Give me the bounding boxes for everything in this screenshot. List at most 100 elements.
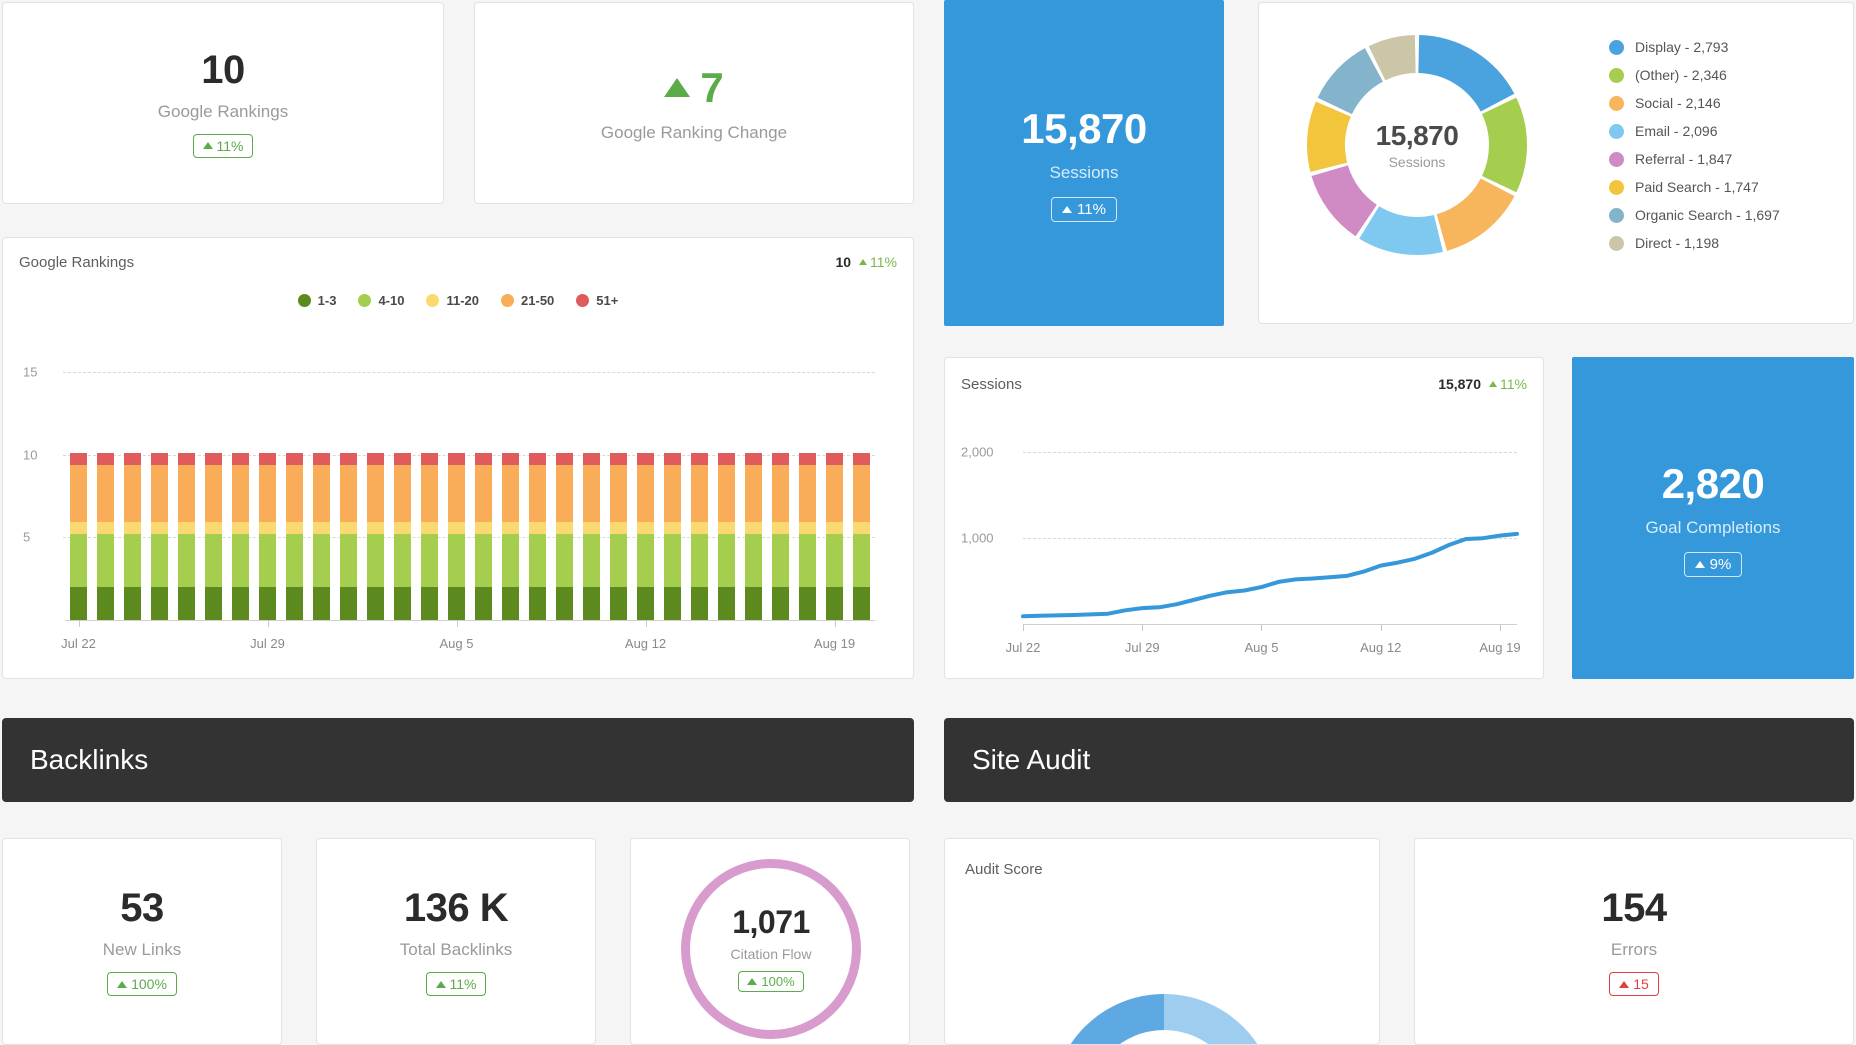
tile-sessions[interactable]: 15,870 Sessions 11% (944, 0, 1224, 326)
legend-label: 4-10 (378, 293, 404, 308)
legend-item[interactable]: Display - 2,793 (1609, 39, 1780, 55)
kpi-card-errors[interactable]: 154 Errors 15 (1414, 838, 1854, 1045)
bar-column[interactable] (394, 453, 411, 620)
bar-column[interactable] (313, 453, 330, 620)
bar-column[interactable] (178, 453, 195, 620)
legend-item[interactable]: Social - 2,146 (1609, 95, 1780, 111)
gauge-slice[interactable] (1052, 994, 1164, 1045)
bar-segment (259, 587, 276, 620)
panel-title: Sessions (961, 376, 1022, 393)
panel-audit-score[interactable]: Audit Score (944, 838, 1380, 1045)
kpi-label: Google Rankings (158, 102, 288, 122)
kpi-card-google-ranking-change[interactable]: 7 Google Ranking Change (474, 2, 914, 204)
x-axis-tick-mark (646, 620, 647, 627)
bar-column[interactable] (340, 453, 357, 620)
status-badge: 11% (193, 134, 254, 158)
kpi-card-google-rankings[interactable]: 10 Google Rankings 11% (2, 2, 444, 204)
kpi-value: 53 (120, 887, 164, 929)
bar-segment (610, 587, 627, 620)
bar-column[interactable] (583, 453, 600, 620)
bar-segment (853, 453, 870, 465)
legend-item[interactable]: Referral - 1,847 (1609, 151, 1780, 167)
legend-color-dot (1609, 152, 1624, 167)
legend-item[interactable]: Paid Search - 1,747 (1609, 179, 1780, 195)
legend-item[interactable]: Organic Search - 1,697 (1609, 207, 1780, 223)
gauge-slice[interactable] (1164, 994, 1276, 1045)
bar-segment (853, 534, 870, 587)
line-chart-area: 1,0002,000Jul 22Jul 29Aug 5Aug 12Aug 19 (945, 404, 1545, 680)
legend-color-dot (358, 294, 371, 307)
bar-column[interactable] (205, 453, 222, 620)
arrow-up-icon (747, 978, 757, 985)
bar-segment (745, 587, 762, 620)
kpi-card-new-links[interactable]: 53 New Links 100% (2, 838, 282, 1045)
legend-item[interactable]: 51+ (576, 293, 618, 308)
panel-sessions-line-chart[interactable]: Sessions 15,870 11% 1,0002,000Jul 22Jul … (944, 357, 1544, 679)
bar-segment (664, 453, 681, 465)
bar-segment (97, 453, 114, 465)
bar-column[interactable] (529, 453, 546, 620)
tile-goal-completions[interactable]: 2,820 Goal Completions 9% (1572, 357, 1854, 679)
bar-column[interactable] (151, 453, 168, 620)
bar-segment (421, 587, 438, 620)
bar-segment (421, 453, 438, 465)
bar-column[interactable] (286, 453, 303, 620)
bar-column[interactable] (259, 453, 276, 620)
bar-column[interactable] (826, 453, 843, 620)
bar-segment (367, 587, 384, 620)
bar-column[interactable] (124, 453, 141, 620)
bar-column[interactable] (772, 453, 789, 620)
bar-segment (691, 465, 708, 523)
bar-segment (259, 453, 276, 465)
kpi-card-citation-flow[interactable]: 1,071 Citation Flow 100% (630, 838, 910, 1045)
bar-segment (178, 465, 195, 523)
bar-column[interactable] (448, 453, 465, 620)
status-badge: 100% (738, 971, 803, 992)
bar-column[interactable] (475, 453, 492, 620)
x-axis-tick-mark (835, 620, 836, 627)
bar-segment (313, 453, 330, 465)
bar-column[interactable] (421, 453, 438, 620)
bar-segment (718, 587, 735, 620)
status-badge: 9% (1684, 552, 1743, 577)
arrow-up-icon (203, 142, 213, 149)
panel-header: Google Rankings 10 11% (3, 238, 913, 271)
x-axis-tick-mark (1261, 624, 1262, 631)
bar-column[interactable] (610, 453, 627, 620)
bar-column[interactable] (97, 453, 114, 620)
bar-column[interactable] (718, 453, 735, 620)
legend-item[interactable]: 11-20 (426, 293, 479, 308)
kpi-card-total-backlinks[interactable]: 136 K Total Backlinks 11% (316, 838, 596, 1045)
bar-column[interactable] (502, 453, 519, 620)
legend-color-dot (298, 294, 311, 307)
bar-column[interactable] (745, 453, 762, 620)
section-title: Site Audit (972, 744, 1090, 776)
legend-item[interactable]: 21-50 (501, 293, 554, 308)
bar-segment (313, 465, 330, 523)
bar-segment (367, 522, 384, 534)
bar-column[interactable] (367, 453, 384, 620)
legend-item[interactable]: 1-3 (298, 293, 337, 308)
bar-column[interactable] (556, 453, 573, 620)
bar-segment (637, 453, 654, 465)
bar-column[interactable] (70, 453, 87, 620)
bar-segment (70, 465, 87, 523)
bar-column[interactable] (853, 453, 870, 620)
legend-item[interactable]: 4-10 (358, 293, 404, 308)
legend-item[interactable]: Direct - 1,198 (1609, 235, 1780, 251)
panel-sessions-donut[interactable]: 15,870 Sessions Display - 2,793(Other) -… (1258, 2, 1854, 324)
arrow-up-icon (1619, 981, 1629, 988)
bar-column[interactable] (664, 453, 681, 620)
bar-segment (772, 522, 789, 534)
bar-segment (151, 522, 168, 534)
panel-summary: 10 11% (835, 254, 897, 270)
bar-segment (772, 587, 789, 620)
bar-column[interactable] (691, 453, 708, 620)
panel-delta-value: 11% (1500, 376, 1527, 392)
legend-item[interactable]: Email - 2,096 (1609, 123, 1780, 139)
bar-column[interactable] (637, 453, 654, 620)
bar-column[interactable] (799, 453, 816, 620)
legend-item[interactable]: (Other) - 2,346 (1609, 67, 1780, 83)
panel-google-rankings-chart[interactable]: Google Rankings 10 11% 1-3 4-10 11-20 21-50… (2, 237, 914, 679)
bar-column[interactable] (232, 453, 249, 620)
